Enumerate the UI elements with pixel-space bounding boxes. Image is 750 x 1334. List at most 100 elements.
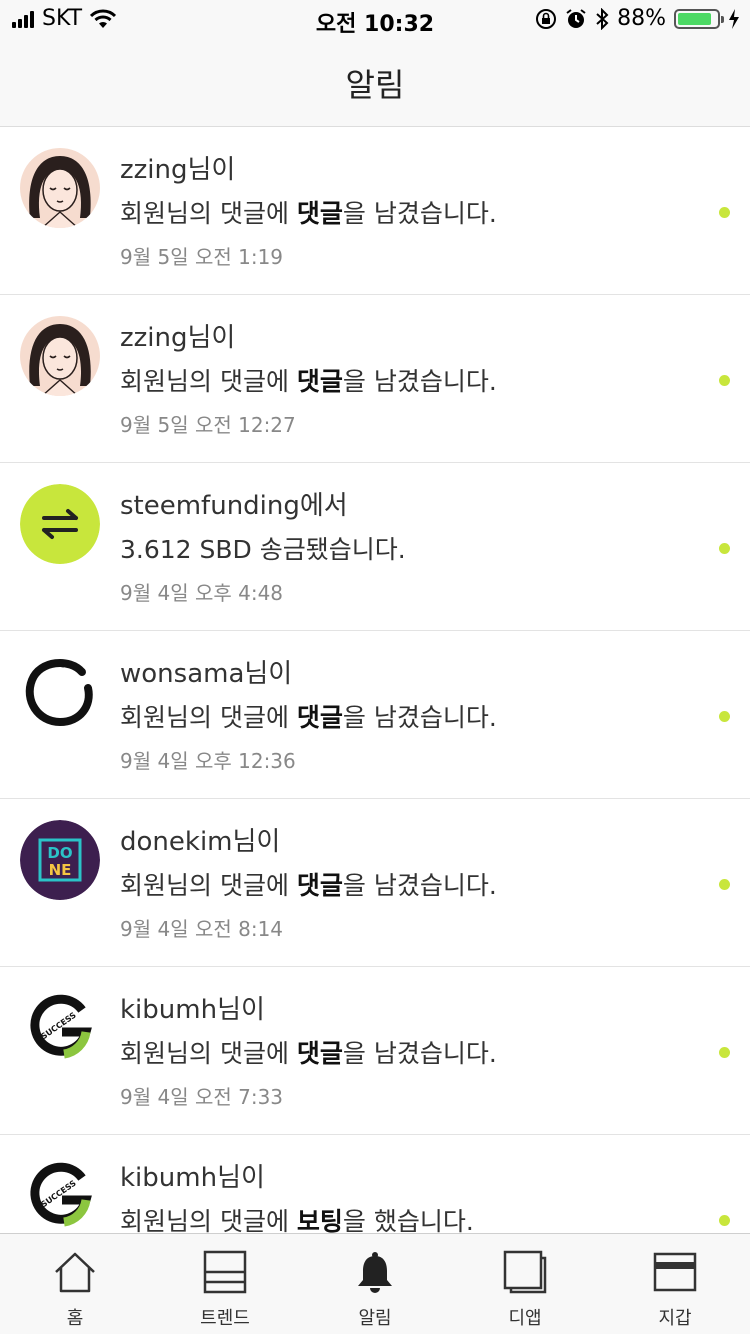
username[interactable]: wonsama [120, 659, 244, 689]
rotation-lock-icon [536, 8, 557, 29]
message-text-end: 을 남겼습니다. [342, 199, 497, 228]
notification-text: kibumh님이회원님의 댓글에 댓글을 남겼습니다. 9월 4일 오전 7:33 [120, 991, 690, 1112]
wallet-icon [653, 1252, 697, 1292]
dapp-icon [503, 1250, 547, 1294]
notification-actor: steemfunding에서 [120, 487, 690, 525]
message-text-end: 을 했습니다. [342, 1207, 474, 1233]
notification-item[interactable]: steemfunding에서 3.612 SBD 송금됐습니다. 9월 4일 오후 … [0, 463, 750, 631]
message-highlight: 댓글 [296, 1039, 343, 1068]
alarm-icon [566, 8, 586, 28]
actor-suffix: 님이 [217, 995, 265, 1025]
message-text: 회원님의 댓글에 [120, 1039, 297, 1068]
notification-actor: kibumh님이 [120, 991, 690, 1029]
tab-trend[interactable]: 트렌드 [150, 1234, 300, 1334]
unread-dot [719, 543, 730, 554]
message-text: 3.612 SBD 송금됐습니다. [120, 535, 406, 564]
notification-item[interactable]: DO NE donekim님이회원님의 댓글에 댓글을 남겼습니다. 9월 4일 … [0, 799, 750, 967]
message-text-end: 을 남겼습니다. [342, 703, 497, 732]
notification-timestamp: 9월 4일 오전 8:14 [120, 917, 284, 941]
face-sketch-avatar[interactable] [20, 148, 100, 228]
notification-message: 회원님의 댓글에 보팅을 했습니다. [120, 1203, 690, 1233]
tab-bar: 홈 트렌드 알림 디앱 지갑 [0, 1233, 750, 1334]
charging-icon [729, 8, 739, 29]
username[interactable]: zzing [120, 155, 188, 185]
notification-item[interactable]: wonsama님이회원님의 댓글에 댓글을 남겼습니다. 9월 4일 오후 12:… [0, 631, 750, 799]
actor-suffix: 님이 [187, 155, 236, 185]
username[interactable]: zzing [120, 323, 188, 353]
message-highlight: 댓글 [296, 703, 343, 732]
notification-message: 회원님의 댓글에 댓글을 남겼습니다. [120, 363, 690, 401]
notification-actor: zzing님이 [120, 151, 690, 189]
notification-item[interactable]: SUCCESS kibumh님이회원님의 댓글에 보팅을 했습니다. [0, 1135, 750, 1233]
message-highlight: 댓글 [296, 199, 343, 228]
username[interactable]: kibumh [120, 1163, 217, 1193]
ink-circle-avatar[interactable] [20, 652, 100, 732]
unread-dot [719, 879, 730, 890]
actor-suffix: 님이 [232, 827, 281, 857]
home-icon [55, 1252, 95, 1293]
unread-dot [719, 1047, 730, 1058]
bluetooth-icon [596, 7, 609, 30]
tab-home[interactable]: 홈 [0, 1234, 150, 1334]
notification-message: 3.612 SBD 송금됐습니다. [120, 531, 690, 569]
notification-item[interactable]: zzing님이 회원님의 댓글에 댓글을 남겼습니다. 9월 5일 오전 12:27 [0, 295, 750, 463]
unread-dot [719, 1215, 730, 1226]
svg-text:DO: DO [47, 844, 72, 862]
notification-actor: zzing님이 [120, 319, 690, 357]
notification-message: 회원님의 댓글에 댓글을 남겼습니다. [120, 195, 690, 233]
notification-list[interactable]: zzing님이 회원님의 댓글에 댓글을 남겼습니다. 9월 5일 오전 1:19 … [0, 127, 750, 1233]
success-logo-avatar[interactable]: SUCCESS [20, 988, 100, 1068]
face-sketch-avatar[interactable] [20, 316, 100, 396]
app-header: 알림 [0, 40, 750, 127]
actor-suffix: 님이 [244, 659, 293, 689]
username[interactable]: steemfunding [120, 491, 300, 521]
notification-actor: donekim님이 [120, 823, 690, 861]
notification-text: donekim님이회원님의 댓글에 댓글을 남겼습니다. 9월 4일 오전 8:1… [120, 823, 690, 944]
message-text: 회원님의 댓글에 [120, 703, 297, 732]
tab-label: 알림 [358, 1308, 392, 1329]
username[interactable]: kibumh [120, 995, 217, 1025]
page-title: 알림 [345, 66, 405, 104]
unread-dot [719, 711, 730, 722]
tab-label: 지갑 [658, 1308, 692, 1329]
notification-actor: wonsama님이 [120, 655, 690, 693]
tab-label: 홈 [66, 1308, 84, 1329]
notification-actor: kibumh님이 [120, 1159, 690, 1197]
transfer-arrows-icon[interactable] [20, 484, 100, 564]
message-highlight: 댓글 [296, 367, 343, 396]
notification-text: steemfunding에서 3.612 SBD 송금됐습니다. 9월 4일 오후 … [120, 487, 690, 608]
notification-text: kibumh님이회원님의 댓글에 보팅을 했습니다. [120, 1159, 690, 1233]
tab-label: 디앱 [508, 1308, 542, 1329]
tab-wallet[interactable]: 지갑 [600, 1234, 750, 1334]
status-bar: SKT 오전 10:32 88% [0, 0, 750, 40]
message-text: 회원님의 댓글에 [120, 199, 297, 228]
notification-message: 회원님의 댓글에 댓글을 남겼습니다. [120, 1035, 690, 1073]
message-text: 회원님의 댓글에 [120, 871, 297, 900]
notification-timestamp: 9월 4일 오후 12:36 [120, 749, 296, 773]
unread-dot [719, 375, 730, 386]
notification-timestamp: 9월 5일 오전 1:19 [120, 245, 284, 269]
actor-suffix: 에서 [299, 491, 348, 521]
success-logo-avatar[interactable]: SUCCESS [20, 1156, 100, 1233]
message-text: 회원님의 댓글에 [120, 1207, 297, 1233]
done-logo-avatar[interactable]: DO NE [20, 820, 100, 900]
notification-timestamp: 9월 4일 오전 7:33 [120, 1085, 284, 1109]
tab-notifications[interactable]: 알림 [300, 1234, 450, 1334]
trend-icon [203, 1250, 247, 1294]
username[interactable]: donekim [120, 827, 233, 857]
message-text-end: 을 남겼습니다. [342, 1039, 497, 1068]
notification-text: zzing님이회원님의 댓글에 댓글을 남겼습니다. 9월 5일 오전 1:19 [120, 151, 690, 272]
actor-suffix: 님이 [187, 323, 236, 353]
actor-suffix: 님이 [217, 1163, 265, 1193]
message-highlight: 보팅 [296, 1207, 343, 1233]
svg-text:NE: NE [49, 861, 72, 879]
clock: 오전 10:32 [315, 12, 435, 37]
notification-message: 회원님의 댓글에 댓글을 남겼습니다. [120, 867, 690, 905]
message-text: 회원님의 댓글에 [120, 367, 297, 396]
tab-label: 트렌드 [200, 1308, 250, 1329]
tab-dapp[interactable]: 디앱 [450, 1234, 600, 1334]
unread-dot [719, 207, 730, 218]
notification-item[interactable]: zzing님이회원님의 댓글에 댓글을 남겼습니다. 9월 5일 오전 1:19 [0, 127, 750, 295]
notification-text: wonsama님이회원님의 댓글에 댓글을 남겼습니다. 9월 4일 오후 12:… [120, 655, 690, 776]
notification-item[interactable]: SUCCESS kibumh님이회원님의 댓글에 댓글을 남겼습니다. 9월 4일… [0, 967, 750, 1135]
